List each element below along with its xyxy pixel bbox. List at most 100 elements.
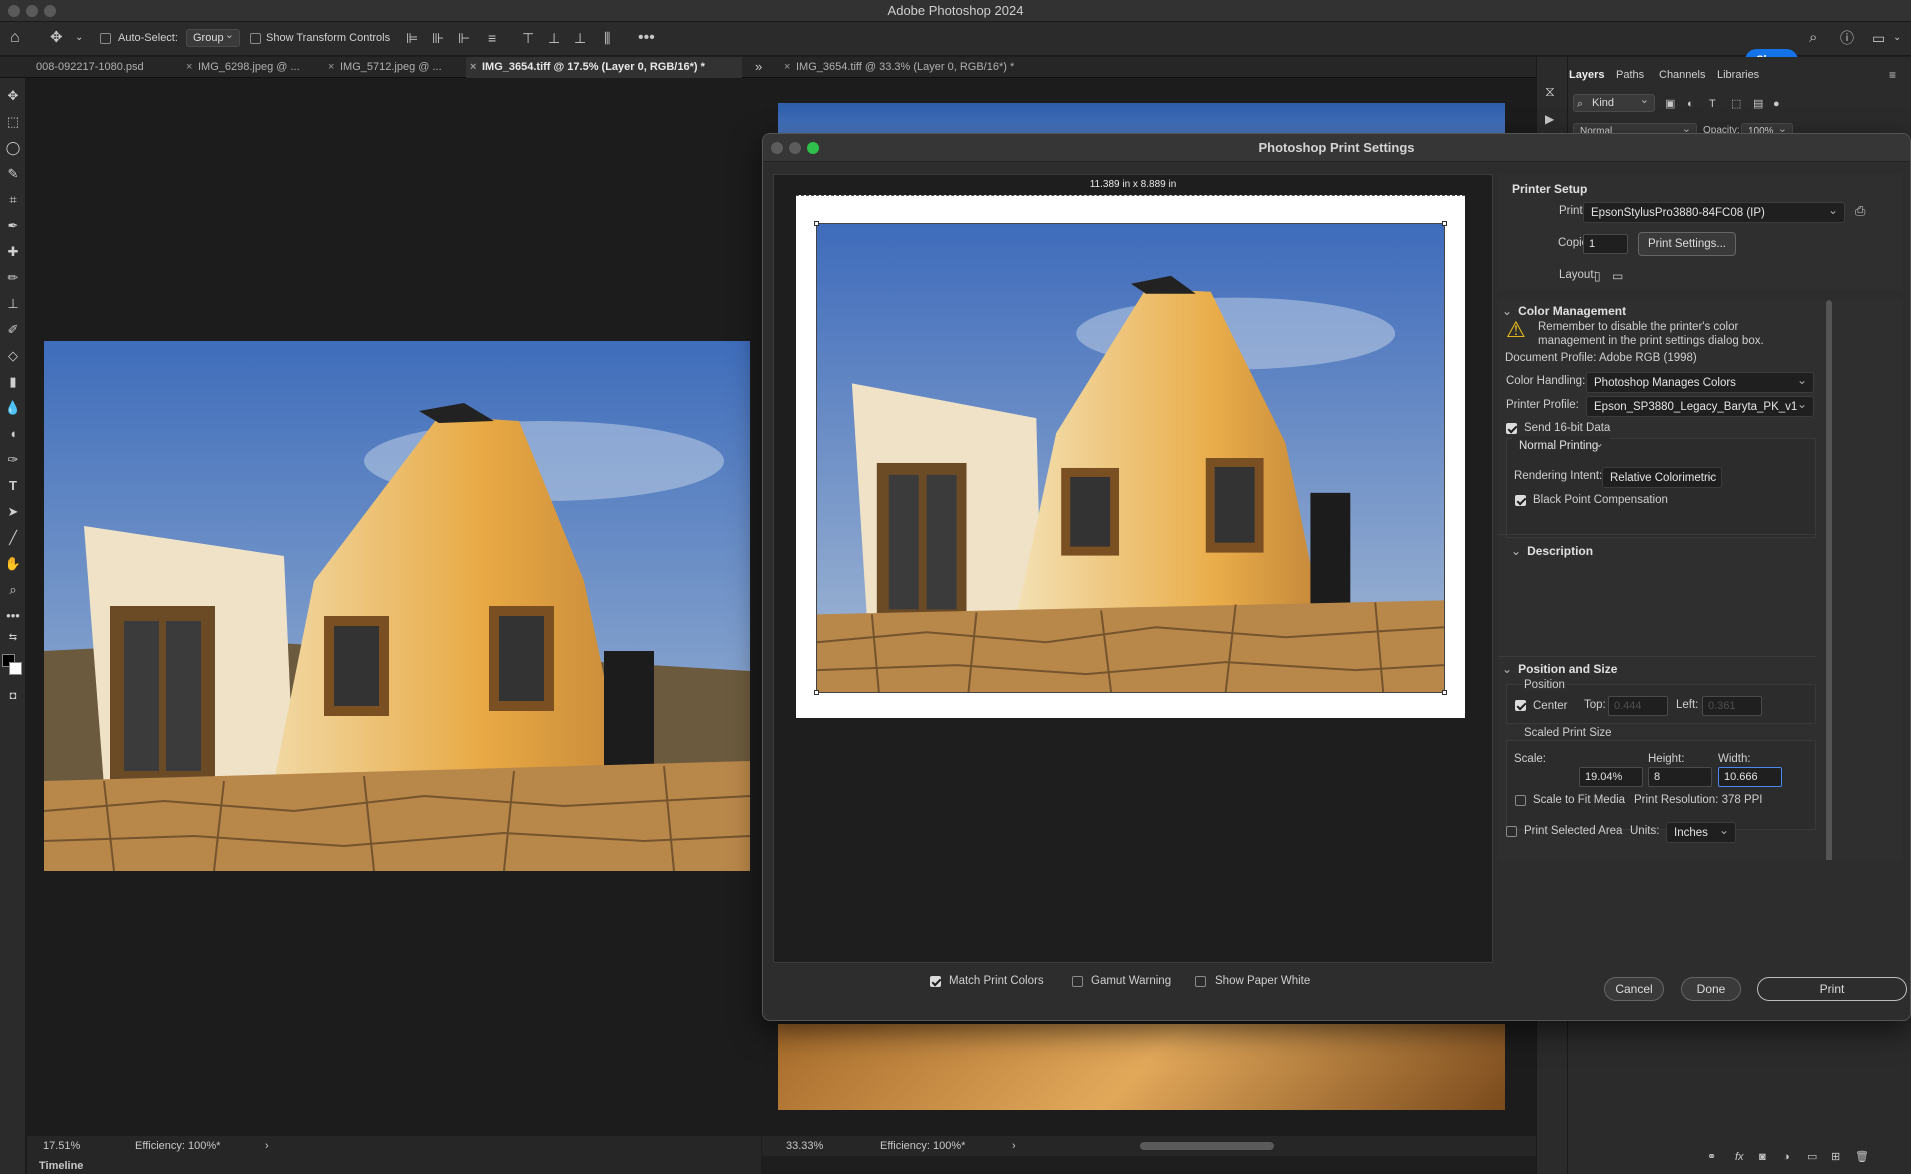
distribute-vertical-icon[interactable]: ⫼	[604, 30, 610, 46]
print-preview-image[interactable]	[816, 223, 1445, 693]
blur-tool-icon[interactable]: 💧	[3, 398, 23, 418]
align-middle-icon[interactable]: ⊥	[548, 30, 560, 46]
distribute-icon[interactable]: ≡	[488, 30, 496, 46]
close-tab-icon[interactable]: ×	[470, 57, 476, 78]
zoom-level[interactable]: 33.33%	[786, 1136, 823, 1156]
quick-select-tool-icon[interactable]: ✎	[3, 164, 23, 184]
print-button[interactable]: Print	[1757, 977, 1907, 1001]
status-chevron-icon[interactable]: ›	[1012, 1136, 1016, 1156]
black-point-checkbox[interactable]	[1515, 495, 1526, 506]
left-input[interactable]: 0.361	[1702, 696, 1762, 716]
trash-icon[interactable]: 🗑	[1855, 1149, 1869, 1165]
dialog-minimize-button[interactable]	[789, 142, 801, 154]
print-selected-area-checkbox[interactable]	[1506, 826, 1517, 837]
history-icon[interactable]: ⧖	[1545, 83, 1555, 99]
print-settings-button[interactable]: Print Settings...	[1638, 232, 1736, 256]
status-chevron-icon[interactable]: ›	[265, 1136, 269, 1156]
auto-select-dropdown[interactable]: Group	[186, 28, 240, 47]
adjustment-layer-icon[interactable]: ◑	[1783, 1149, 1790, 1165]
workspace-chevron-icon[interactable]: ⌄	[1893, 30, 1901, 46]
zoom-tool-icon[interactable]: ⌕	[3, 580, 23, 600]
quick-mask-icon[interactable]: ◘	[3, 686, 23, 706]
tab-libraries[interactable]: Libraries	[1717, 69, 1759, 81]
group-icon[interactable]: ▭	[1807, 1149, 1817, 1165]
dialog-zoom-button[interactable]	[807, 142, 819, 154]
position-size-header[interactable]: ⌄ Position and Size	[1502, 662, 1617, 676]
scale-input[interactable]: 19.04%	[1579, 767, 1643, 787]
move-tool-icon[interactable]: ✥	[3, 86, 23, 106]
top-input[interactable]: 0.444	[1608, 696, 1668, 716]
normal-printing-dropdown[interactable]: Normal Printing	[1512, 433, 1610, 457]
rendering-intent-dropdown[interactable]: Relative Colorimetric	[1602, 465, 1722, 488]
center-checkbox[interactable]	[1515, 700, 1526, 711]
dodge-tool-icon[interactable]: ◖	[3, 424, 23, 444]
scale-to-fit-checkbox[interactable]	[1515, 795, 1526, 806]
cancel-button[interactable]: Cancel	[1604, 977, 1664, 1001]
units-dropdown[interactable]: Inches	[1666, 820, 1736, 843]
align-center-icon[interactable]: ⊪	[432, 30, 444, 46]
stamp-tool-icon[interactable]: ⊥	[3, 294, 23, 314]
shape-filter-icon[interactable]: ⬚	[1731, 96, 1741, 112]
search-icon[interactable]: ⌕	[1809, 30, 1817, 46]
history-brush-icon[interactable]: ✐	[3, 320, 23, 340]
description-header[interactable]: ⌄ Description	[1511, 544, 1593, 558]
tab-paths[interactable]: Paths	[1616, 69, 1644, 81]
resize-handle[interactable]	[1442, 690, 1447, 695]
settings-scroll-area[interactable]: ⌄ Color Management ⚠ Remember to disable …	[1498, 300, 1902, 860]
auto-select-checkbox[interactable]	[100, 33, 111, 44]
lasso-tool-icon[interactable]: ◯	[3, 138, 23, 158]
horizontal-scrollbar[interactable]	[1140, 1142, 1274, 1150]
printer-profile-dropdown[interactable]: Epson_SP3880_Legacy_Baryta_PK_v1	[1586, 394, 1814, 417]
link-layers-icon[interactable]: ⚭	[1707, 1149, 1716, 1165]
layer-filter-dropdown[interactable]: Kind	[1573, 93, 1655, 112]
brush-tool-icon[interactable]: ✏	[3, 268, 23, 288]
color-management-header[interactable]: ⌄ Color Management	[1502, 304, 1626, 318]
send-16bit-checkbox[interactable]	[1506, 423, 1517, 434]
zoom-level[interactable]: 17.51%	[43, 1136, 80, 1156]
edit-toolbar-icon[interactable]: •••	[3, 606, 23, 626]
printer-dropdown[interactable]: EpsonStylusPro3880-84FC08 (IP)	[1583, 200, 1845, 223]
type-filter-icon[interactable]: T	[1709, 96, 1716, 112]
adjustment-filter-icon[interactable]: ◐	[1687, 96, 1694, 112]
home-icon[interactable]: ⌂	[10, 30, 20, 46]
crop-tool-icon[interactable]: ⌗	[3, 190, 23, 210]
copies-input[interactable]: 1	[1583, 234, 1628, 254]
scroll-track[interactable]	[1826, 300, 1832, 860]
help-icon[interactable]: ⓘ	[1840, 30, 1854, 46]
portrait-layout-icon[interactable]: ▯	[1594, 268, 1601, 284]
align-right-icon[interactable]: ⊩	[458, 30, 470, 46]
resize-handle[interactable]	[814, 690, 819, 695]
close-tab-icon[interactable]: ×	[328, 57, 334, 78]
tab-document-2[interactable]: × IMG_6298.jpeg @ ...	[182, 57, 324, 78]
gradient-tool-icon[interactable]: ▮	[3, 372, 23, 392]
mask-icon[interactable]: ◙	[1759, 1149, 1766, 1165]
align-bottom-icon[interactable]: ⊥	[574, 30, 586, 46]
marquee-tool-icon[interactable]: ⬚	[3, 112, 23, 132]
tab-document-1[interactable]: 008-092217-1080.psd	[20, 57, 182, 78]
align-top-icon[interactable]: ⊤	[522, 30, 534, 46]
tab-layers[interactable]: Layers	[1569, 69, 1604, 81]
width-input[interactable]: 10.666	[1718, 767, 1782, 787]
healing-tool-icon[interactable]: ✚	[3, 242, 23, 262]
show-transform-checkbox[interactable]	[250, 33, 261, 44]
landscape-layout-icon[interactable]: ▭	[1612, 268, 1623, 284]
resize-handle[interactable]	[814, 221, 819, 226]
timeline-bar[interactable]: Timeline	[27, 1156, 761, 1174]
align-left-icon[interactable]: ⊫	[406, 30, 418, 46]
tab-channels[interactable]: Channels	[1659, 69, 1705, 81]
path-select-tool-icon[interactable]: ➤	[3, 502, 23, 522]
match-print-colors-checkbox[interactable]	[930, 976, 941, 987]
eraser-tool-icon[interactable]: ◇	[3, 346, 23, 366]
eyedropper-tool-icon[interactable]: ✒	[3, 216, 23, 236]
scroll-thumb[interactable]	[1826, 300, 1832, 860]
tool-preset-chevron-icon[interactable]: ⌄	[75, 30, 83, 46]
fx-icon[interactable]: fx	[1735, 1149, 1744, 1165]
close-tab-icon[interactable]: ×	[186, 57, 192, 78]
more-tabs-icon[interactable]: »	[755, 59, 762, 75]
dialog-title-bar[interactable]: Photoshop Print Settings	[763, 134, 1910, 162]
height-input[interactable]: 8	[1648, 767, 1712, 787]
gamut-warning-checkbox[interactable]	[1072, 976, 1083, 987]
dialog-close-button[interactable]	[771, 142, 783, 154]
done-button[interactable]: Done	[1681, 977, 1741, 1001]
new-layer-icon[interactable]: ⊞	[1831, 1149, 1840, 1165]
